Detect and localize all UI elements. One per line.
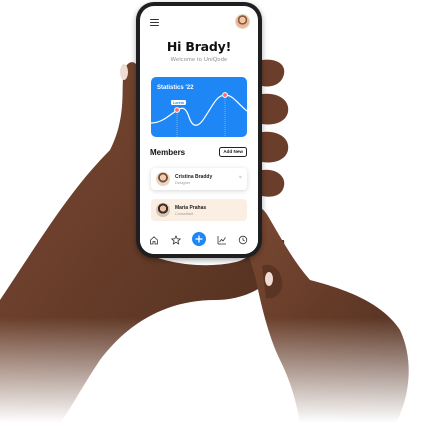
star-icon[interactable]	[171, 235, 181, 245]
member-role: Consultant	[175, 212, 194, 216]
chart-icon[interactable]	[217, 235, 227, 245]
member-avatar	[156, 172, 170, 186]
phone-device: Hi Brady! Welcome to UniQode Statistics …	[136, 2, 262, 258]
member-card[interactable]: Maria Prahas Consultant	[151, 199, 247, 221]
heart-icon[interactable]: ♥	[238, 175, 242, 181]
members-heading: Members	[150, 148, 186, 157]
plus-icon[interactable]	[192, 232, 206, 246]
home-icon[interactable]	[149, 235, 159, 245]
app-screen: Hi Brady! Welcome to UniQode Statistics …	[140, 6, 258, 254]
user-avatar[interactable]	[235, 14, 250, 29]
member-name: Maria Prahas	[175, 205, 207, 211]
member-role: Designer	[175, 181, 191, 185]
member-avatar	[156, 203, 170, 217]
chart-point-1	[174, 107, 180, 113]
statistics-title: Statistics '22	[157, 85, 194, 91]
member-card[interactable]: Cristina Braddy Designer ♥	[151, 168, 247, 190]
history-icon[interactable]	[238, 235, 248, 245]
hamburger-menu-icon[interactable]	[150, 19, 159, 27]
welcome-subtitle: Welcome to UniQode	[170, 57, 228, 63]
chart-line	[151, 94, 247, 126]
chart-point-2	[222, 92, 228, 98]
statistics-tag: Lorem	[171, 100, 186, 106]
bottom-navigation	[140, 226, 258, 254]
greeting-title: Hi Brady!	[166, 39, 232, 54]
statistics-card[interactable]: Statistics '22 Lorem	[151, 77, 247, 137]
member-name: Cristina Braddy	[175, 174, 213, 180]
add-new-button[interactable]: Add New	[219, 147, 247, 157]
top-bar	[140, 6, 258, 36]
